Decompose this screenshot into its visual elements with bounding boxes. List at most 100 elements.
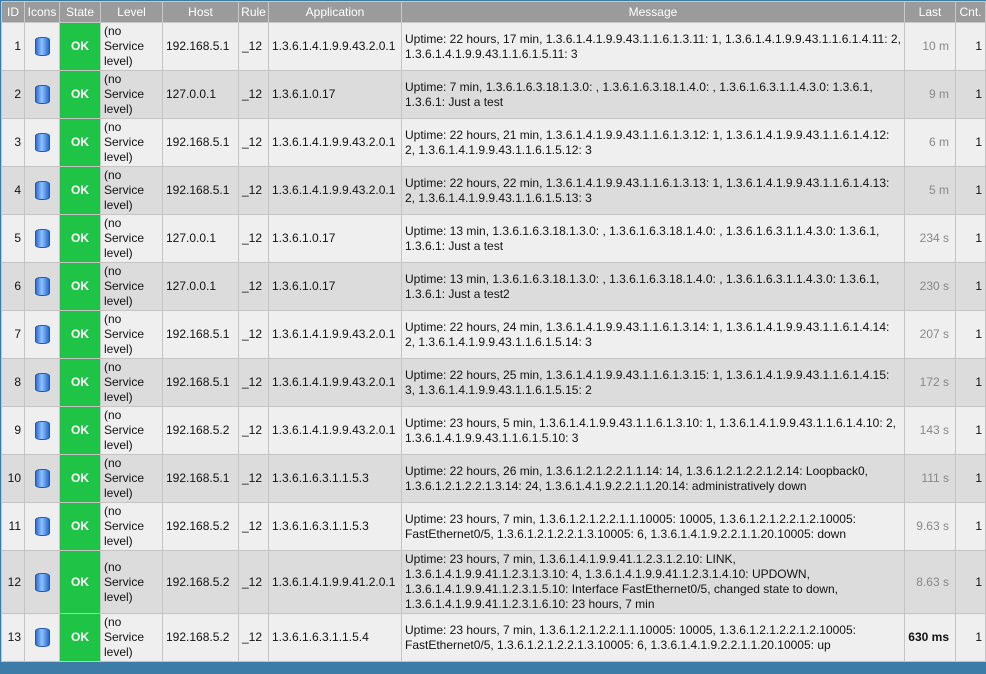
icons-cell [24,70,60,119]
application: 1.3.6.1.6.3.1.1.5.3 [268,502,402,551]
table-row[interactable]: 1 OK (no Service level) 192.168.5.1 _12 1.3.6… [1,22,986,71]
table-row[interactable]: 9 OK (no Service level) 192.168.5.2 _12 1.3.6… [1,406,986,455]
event-id: 13 [1,613,25,662]
state-badge: OK [59,310,101,359]
count: 1 [955,406,986,455]
service-level: (no Service level) [100,454,163,503]
host: 192.168.5.1 [162,166,239,215]
table-row[interactable]: 11 OK (no Service level) 192.168.5.2 _12 1.3.… [1,502,986,551]
rule: _12 [238,310,269,359]
database-icon[interactable] [34,229,50,248]
service-level: (no Service level) [100,166,163,215]
column-header-application[interactable]: Application [268,1,402,23]
column-header-id[interactable]: ID [1,1,25,23]
database-icon[interactable] [34,572,50,592]
table-row[interactable]: 10 OK (no Service level) 192.168.5.1 _12 1.3.… [1,454,986,503]
column-header-count[interactable]: Cnt. [955,1,986,23]
rule: _12 [238,70,269,119]
icons-cell [24,358,60,407]
table-row[interactable]: 5 OK (no Service level) 127.0.0.1 _12 1.3.6.1… [1,214,986,263]
event-id: 1 [1,22,25,71]
service-level: (no Service level) [100,70,163,119]
count: 1 [955,613,986,662]
message: Uptime: 23 hours, 7 min, 1.3.6.1.2.1.2.2… [401,502,905,551]
icons-cell [24,166,60,215]
host: 192.168.5.2 [162,550,239,614]
service-level: (no Service level) [100,550,163,614]
state-badge: OK [59,406,101,455]
host: 192.168.5.1 [162,22,239,71]
count: 1 [955,214,986,263]
count: 1 [955,262,986,311]
last-time: 10 m [904,22,956,71]
state-badge: OK [59,613,101,662]
state-badge: OK [59,550,101,614]
last-time: 172 s [904,358,956,407]
message: Uptime: 22 hours, 26 min, 1.3.6.1.2.1.2.… [401,454,905,503]
last-time: 630 ms [904,613,956,662]
last-time: 111 s [904,454,956,503]
table-row[interactable]: 12 OK (no Service level) 192.168.5.2 _12 1.3.… [1,550,986,614]
host: 127.0.0.1 [162,262,239,311]
rule: _12 [238,166,269,215]
table-row[interactable]: 2 OK (no Service level) 127.0.0.1 _12 1.3.6.1… [1,70,986,119]
event-id: 3 [1,118,25,167]
column-header-icons[interactable]: Icons [24,1,60,23]
column-header-state[interactable]: State [59,1,101,23]
database-icon[interactable] [34,133,50,152]
last-time: 230 s [904,262,956,311]
table-header: ID Icons State Level Host Rule Application Mess… [1,1,986,23]
database-icon[interactable] [34,181,50,200]
service-level: (no Service level) [100,502,163,551]
host: 192.168.5.1 [162,358,239,407]
table-row[interactable]: 3 OK (no Service level) 192.168.5.1 _12 1.3.6… [1,118,986,167]
column-header-level[interactable]: Level [100,1,163,23]
database-icon[interactable] [34,277,50,296]
event-id: 11 [1,502,25,551]
table-row[interactable]: 7 OK (no Service level) 192.168.5.1 _12 1.3.6… [1,310,986,359]
icons-cell [24,118,60,167]
message: Uptime: 22 hours, 17 min, 1.3.6.1.4.1.9.… [401,22,905,71]
icons-cell [24,214,60,263]
count: 1 [955,166,986,215]
rule: _12 [238,613,269,662]
application: 1.3.6.1.4.1.9.9.41.2.0.1 [268,550,402,614]
state-badge: OK [59,214,101,263]
database-icon[interactable] [34,85,50,104]
table-row[interactable]: 4 OK (no Service level) 192.168.5.1 _12 1.3.6… [1,166,986,215]
host: 192.168.5.1 [162,118,239,167]
database-icon[interactable] [34,373,50,392]
event-id: 7 [1,310,25,359]
table-row[interactable]: 6 OK (no Service level) 127.0.0.1 _12 1.3.6.1… [1,262,986,311]
last-time: 9.63 s [904,502,956,551]
column-header-rule[interactable]: Rule [238,1,269,23]
database-icon[interactable] [34,628,50,647]
icons-cell [24,502,60,551]
event-id: 10 [1,454,25,503]
message: Uptime: 23 hours, 7 min, 1.3.6.1.4.1.9.9… [401,550,905,614]
service-level: (no Service level) [100,613,163,662]
host: 127.0.0.1 [162,70,239,119]
rule: _12 [238,358,269,407]
icons-cell [24,406,60,455]
database-icon[interactable] [34,469,50,488]
rule: _12 [238,406,269,455]
application: 1.3.6.1.4.1.9.9.43.2.0.1 [268,166,402,215]
event-id: 8 [1,358,25,407]
table-row[interactable]: 8 OK (no Service level) 192.168.5.1 _12 1.3.6… [1,358,986,407]
column-header-message[interactable]: Message [401,1,905,23]
column-header-host[interactable]: Host [162,1,239,23]
rule: _12 [238,22,269,71]
database-icon[interactable] [34,325,50,344]
database-icon[interactable] [34,517,50,536]
state-badge: OK [59,262,101,311]
event-id: 9 [1,406,25,455]
database-icon[interactable] [34,37,50,56]
database-icon[interactable] [34,421,50,440]
message: Uptime: 22 hours, 24 min, 1.3.6.1.4.1.9.… [401,310,905,359]
count: 1 [955,502,986,551]
last-time: 234 s [904,214,956,263]
last-time: 6 m [904,118,956,167]
column-header-last[interactable]: Last [904,1,956,23]
table-row[interactable]: 13 OK (no Service level) 192.168.5.2 _12 1.3.… [1,613,986,662]
